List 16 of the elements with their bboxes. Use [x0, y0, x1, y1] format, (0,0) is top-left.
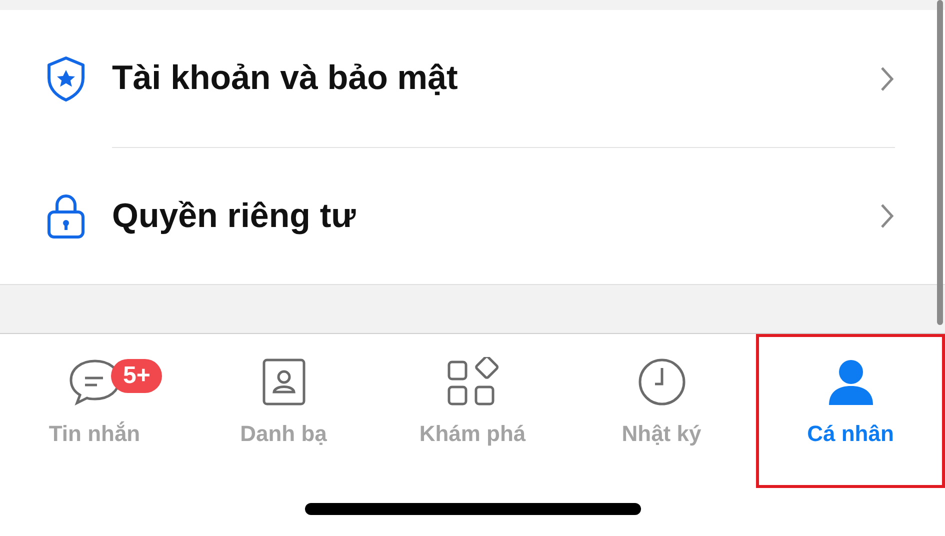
- lock-icon: [45, 192, 87, 240]
- grid-icon: [446, 357, 500, 407]
- tab-button[interactable]: Danh bạ: [189, 334, 378, 488]
- tab-button[interactable]: Khám phá: [378, 334, 567, 488]
- chevron-right-icon: [879, 202, 895, 230]
- settings-label: Tài khoản và bảo mật: [112, 58, 459, 99]
- clock-icon: [636, 357, 686, 407]
- contact-card-icon: [260, 357, 306, 407]
- chevron-right-icon: [879, 64, 895, 92]
- tab-button[interactable]: Nhật ký: [567, 334, 756, 488]
- settings-row[interactable]: Tài khoản và bảo mật: [0, 10, 945, 147]
- settings-label: Quyền riêng tư: [112, 196, 357, 236]
- tab-button[interactable]: Tin nhắn 5+: [0, 334, 189, 488]
- tab-button[interactable]: Cá nhân: [756, 334, 945, 488]
- unread-count: 5+: [111, 359, 162, 393]
- shield-icon: [45, 54, 87, 102]
